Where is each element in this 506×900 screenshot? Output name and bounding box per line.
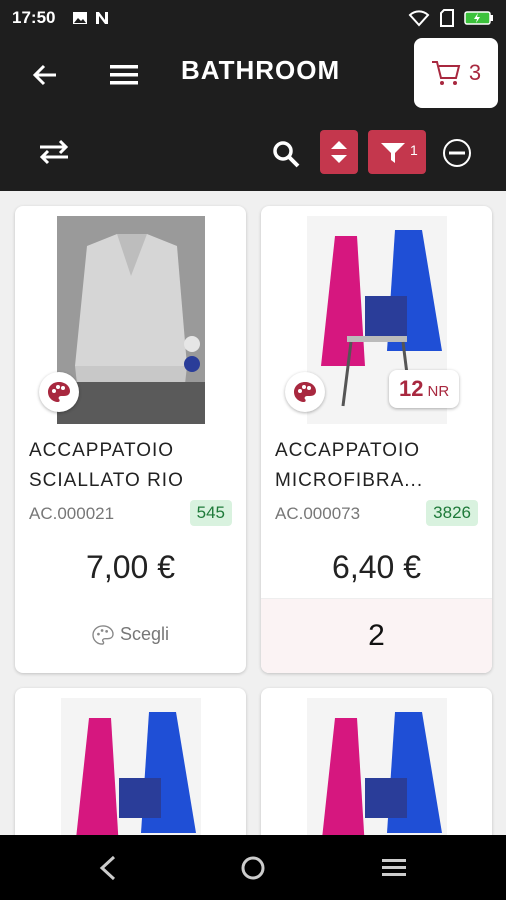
choose-label: Scegli: [119, 624, 170, 644]
back-button[interactable]: [28, 58, 62, 92]
cart-icon: [431, 61, 461, 85]
menu-button[interactable]: [106, 58, 142, 92]
nav-recents-icon[interactable]: [382, 857, 406, 879]
choose-button[interactable]: Scegli: [15, 624, 246, 645]
menu-icon: [110, 65, 138, 85]
wifi-icon: [408, 10, 430, 27]
search-button[interactable]: [270, 138, 302, 170]
product-image[interactable]: [57, 216, 205, 424]
filter-count: 1: [410, 142, 418, 158]
product-code: AC.000021: [29, 504, 115, 523]
image-icon: [73, 12, 87, 24]
ordered-quantity-badge: 12 NR: [389, 370, 460, 408]
product-code: AC.000073: [275, 504, 361, 523]
product-image[interactable]: [61, 698, 201, 848]
nav-back-icon[interactable]: [98, 855, 118, 881]
status-bar: 17:50: [0, 0, 506, 36]
palette-icon: [48, 382, 70, 402]
stock-badge: 545: [189, 500, 232, 526]
cart-button[interactable]: 3: [414, 38, 498, 108]
n-app-icon: [96, 12, 108, 24]
palette-badge[interactable]: [285, 372, 325, 412]
filter-button[interactable]: 1: [368, 130, 426, 174]
product-name: ACCAPPATOIO MICROFIBRA...: [275, 440, 424, 491]
product-image[interactable]: [307, 698, 447, 848]
product-name: ACCAPPATOIO SCIALLATO RIO: [29, 440, 184, 491]
palette-badge[interactable]: [39, 372, 79, 412]
system-nav-bar: [0, 835, 506, 900]
clear-filter-button[interactable]: [440, 136, 474, 170]
cart-count: 3: [468, 60, 482, 85]
sort-icon: [331, 141, 347, 163]
swap-button[interactable]: [36, 136, 72, 168]
sim-icon: [440, 9, 454, 27]
product-card[interactable]: [261, 688, 492, 848]
battery-icon: [464, 11, 493, 25]
status-time: 17:50: [12, 8, 56, 27]
quantity-input[interactable]: 2: [261, 598, 492, 673]
product-card[interactable]: ACCAPPATOIO SCIALLATO RIO AC.000021 545 …: [15, 206, 246, 673]
product-price: 7,00 €: [86, 549, 175, 585]
nav-home-icon[interactable]: [240, 855, 266, 881]
stock-badge: 3826: [426, 500, 478, 526]
page-title: BATHROOM: [181, 55, 341, 85]
palette-icon: [294, 382, 316, 402]
palette-icon: [92, 624, 114, 645]
ordered-quantity-unit: NR: [427, 383, 450, 400]
sort-button[interactable]: [320, 130, 358, 174]
product-price: 6,40 €: [332, 549, 421, 585]
ordered-quantity-value: 12: [399, 376, 424, 401]
product-card[interactable]: 12 NR ACCAPPATOIO MICROFIBRA... AC.00007…: [261, 206, 492, 673]
product-card[interactable]: [15, 688, 246, 848]
back-arrow-icon: [32, 64, 56, 86]
filter-icon: [381, 143, 405, 163]
swap-icon: [39, 139, 69, 165]
search-icon: [273, 141, 300, 168]
minus-circle-icon: [443, 139, 471, 167]
